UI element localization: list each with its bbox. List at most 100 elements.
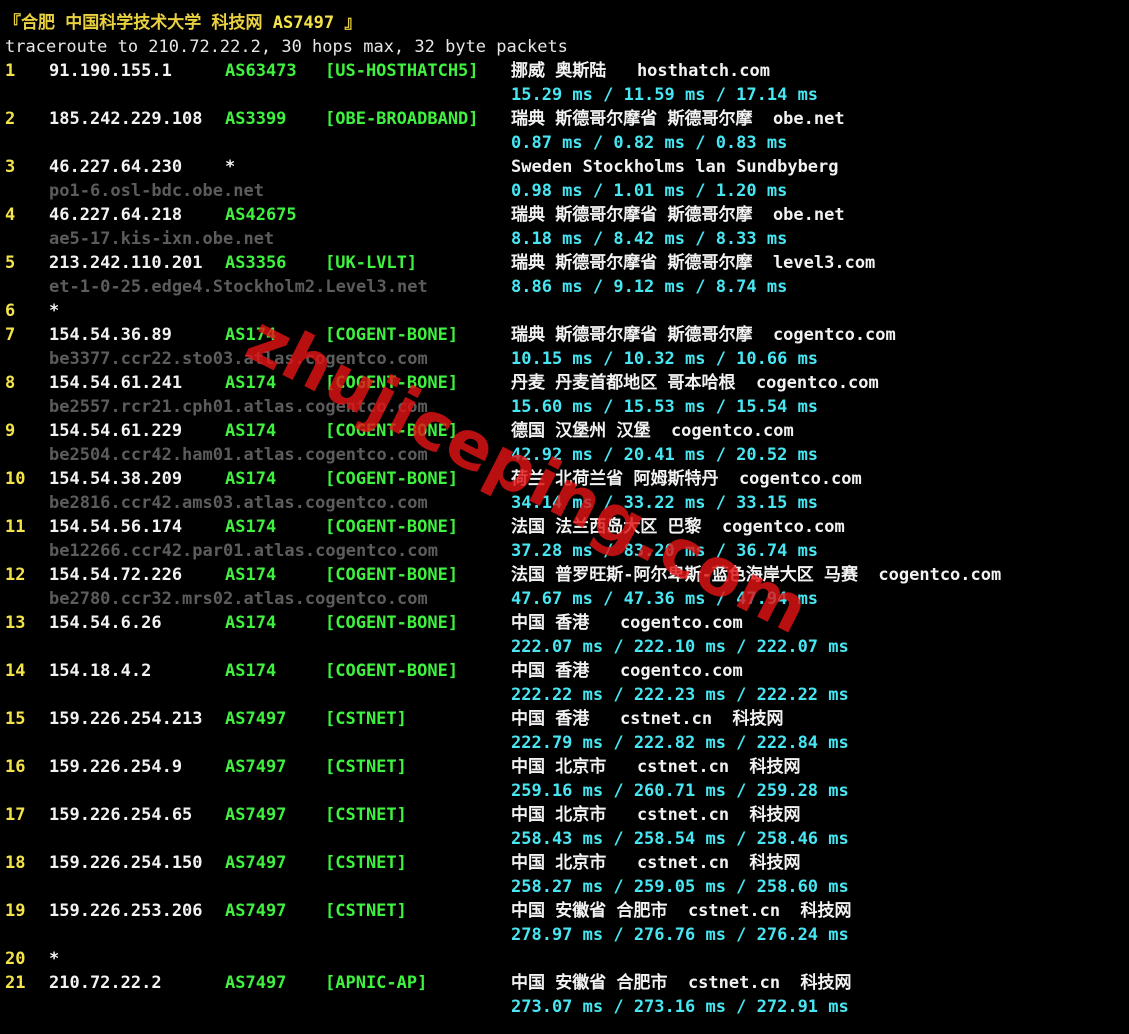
hop-org: [CSTNET] [325, 901, 407, 921]
hop-row: 9 154.54.61.229 AS174 [COGENT-BONE] 德国 汉堡州 汉… [0, 419, 1129, 443]
hop-asn: AS3356 [225, 253, 287, 273]
hop-geo: 瑞典 斯德哥尔摩省 斯德哥尔摩 obe.net [511, 205, 845, 225]
hop-latency: 278.97 ms / 276.76 ms / 276.24 ms [511, 925, 849, 945]
hop-ip: 154.18.4.2 [49, 661, 152, 681]
hop-latency: 222.79 ms / 222.82 ms / 222.84 ms [511, 733, 849, 753]
hop-detail-row: be3377.ccr22.sto03.atlas.cogentco.com 10.… [0, 347, 1129, 371]
hop-geo: 中国 安徽省 合肥市 cstnet.cn 科技网 [511, 901, 852, 921]
hop-latency: 47.67 ms / 47.36 ms / 47.94 ms [511, 589, 819, 609]
hop-row: 3 46.227.64.230 * Sweden Stockholms lan Sun… [0, 155, 1129, 179]
hop-asn: * [225, 157, 236, 177]
hop-row: 21 210.72.22.2 AS7497 [APNIC-AP] 中国 安徽省 合肥市 … [0, 971, 1129, 995]
hop-detail-row: be12266.ccr42.par01.atlas.cogentco.com 37… [0, 539, 1129, 563]
hop-latency: 0.98 ms / 1.01 ms / 1.20 ms [511, 181, 788, 201]
hop-rdns: be2816.ccr42.ams03.atlas.cogentco.com [49, 493, 428, 513]
hop-row: 20 * [0, 947, 1129, 971]
hop-ip: 46.227.64.218 [49, 205, 183, 225]
hop-number: 21 [5, 973, 26, 993]
hop-row: 7 154.54.36.89 AS174 [COGENT-BONE] 瑞典 斯德哥尔摩省… [0, 323, 1129, 347]
hop-ip: * [49, 301, 60, 321]
hop-row: 11 154.54.56.174 AS174 [COGENT-BONE] 法国 法兰西岛… [0, 515, 1129, 539]
hop-geo: 中国 北京市 cstnet.cn 科技网 [511, 757, 801, 777]
hop-ip: 159.226.253.206 [49, 901, 203, 921]
hop-number: 20 [5, 949, 26, 969]
hop-geo: 挪威 奥斯陆 hosthatch.com [511, 61, 770, 81]
hop-asn: AS7497 [225, 901, 287, 921]
hop-number: 6 [5, 301, 16, 321]
hop-detail-row: 222.22 ms / 222.23 ms / 222.22 ms [0, 683, 1129, 707]
hop-latency: 222.07 ms / 222.10 ms / 222.07 ms [511, 637, 849, 657]
hop-row: 17 159.226.254.65 AS7497 [CSTNET] 中国 北京市 cst… [0, 803, 1129, 827]
hop-row: 19 159.226.253.206 AS7497 [CSTNET] 中国 安徽省 合肥… [0, 899, 1129, 923]
hop-number: 15 [5, 709, 26, 729]
hop-number: 7 [5, 325, 16, 345]
hop-detail-row: 278.97 ms / 276.76 ms / 276.24 ms [0, 923, 1129, 947]
hop-asn: AS63473 [225, 61, 297, 81]
hop-org: [COGENT-BONE] [325, 517, 459, 537]
hop-ip: 154.54.61.229 [49, 421, 183, 441]
hop-rdns: ae5-17.kis-ixn.obe.net [49, 229, 275, 249]
hop-detail-row: ae5-17.kis-ixn.obe.net 8.18 ms / 8.42 ms … [0, 227, 1129, 251]
hop-latency: 273.07 ms / 273.16 ms / 272.91 ms [511, 997, 849, 1017]
terminal-window[interactable]: 『合肥 中国科学技术大学 科技网 AS7497 』 traceroute to … [0, 0, 1129, 1034]
hop-asn: AS174 [225, 613, 277, 633]
hop-org: [COGENT-BONE] [325, 421, 459, 441]
hop-row: 18 159.226.254.150 AS7497 [CSTNET] 中国 北京市 cs… [0, 851, 1129, 875]
hop-asn: AS174 [225, 517, 277, 537]
hop-asn: AS7497 [225, 973, 287, 993]
hop-geo: 瑞典 斯德哥尔摩省 斯德哥尔摩 level3.com [511, 253, 876, 273]
hop-latency: 8.18 ms / 8.42 ms / 8.33 ms [511, 229, 788, 249]
hop-asn: AS174 [225, 421, 277, 441]
hop-rdns: be3377.ccr22.sto03.atlas.cogentco.com [49, 349, 428, 369]
hop-asn: AS7497 [225, 709, 287, 729]
hop-org: [COGENT-BONE] [325, 661, 459, 681]
hop-row: 10 154.54.38.209 AS174 [COGENT-BONE] 荷兰 北荷兰省… [0, 467, 1129, 491]
hop-row: 4 46.227.64.218 AS42675 瑞典 斯德哥尔摩省 斯德哥尔摩 obe… [0, 203, 1129, 227]
hop-row: 2 185.242.229.108 AS3399 [OBE-BROADBAND] 瑞典 … [0, 107, 1129, 131]
hop-asn: AS7497 [225, 853, 287, 873]
hop-asn: AS174 [225, 661, 277, 681]
hop-detail-row: be2557.rcr21.cph01.atlas.cogentco.com 15.… [0, 395, 1129, 419]
hop-geo: 瑞典 斯德哥尔摩省 斯德哥尔摩 obe.net [511, 109, 845, 129]
hop-latency: 258.43 ms / 258.54 ms / 258.46 ms [511, 829, 849, 849]
hop-detail-row: be2780.ccr32.mrs02.atlas.cogentco.com 47.… [0, 587, 1129, 611]
hop-number: 5 [5, 253, 16, 273]
hop-number: 17 [5, 805, 26, 825]
hop-latency: 15.60 ms / 15.53 ms / 15.54 ms [511, 397, 819, 417]
hop-number: 4 [5, 205, 16, 225]
hop-ip: 213.242.110.201 [49, 253, 203, 273]
hop-ip: 159.226.254.65 [49, 805, 193, 825]
hop-row: 1 91.190.155.1 AS63473 [US-HOSTHATCH5] 挪威 奥斯… [0, 59, 1129, 83]
trace-title-close: 』 [334, 13, 362, 33]
hop-ip: 154.54.36.89 [49, 325, 172, 345]
hop-ip: * [49, 949, 60, 969]
hop-ip: 154.54.6.26 [49, 613, 162, 633]
hop-latency: 8.86 ms / 9.12 ms / 8.74 ms [511, 277, 788, 297]
hop-row: 5 213.242.110.201 AS3356 [UK-LVLT] 瑞典 斯德哥尔摩省… [0, 251, 1129, 275]
hop-number: 18 [5, 853, 26, 873]
hop-ip: 91.190.155.1 [49, 61, 172, 81]
hop-asn: AS174 [225, 325, 277, 345]
hop-detail-row: be2816.ccr42.ams03.atlas.cogentco.com 34.… [0, 491, 1129, 515]
hop-org: [UK-LVLT] [325, 253, 418, 273]
hop-geo: 中国 安徽省 合肥市 cstnet.cn 科技网 [511, 973, 852, 993]
hop-asn: AS174 [225, 373, 277, 393]
hop-number: 11 [5, 517, 26, 537]
hop-ip: 154.54.38.209 [49, 469, 183, 489]
hop-geo: 瑞典 斯德哥尔摩省 斯德哥尔摩 cogentco.com [511, 325, 896, 345]
hop-latency: 42.92 ms / 20.41 ms / 20.52 ms [511, 445, 819, 465]
hop-row: 12 154.54.72.226 AS174 [COGENT-BONE] 法国 普罗旺斯… [0, 563, 1129, 587]
hop-latency: 34.14 ms / 33.22 ms / 33.15 ms [511, 493, 819, 513]
hop-number: 10 [5, 469, 26, 489]
hop-geo: Sweden Stockholms lan Sundbyberg [511, 157, 839, 177]
hop-detail-row: 222.07 ms / 222.10 ms / 222.07 ms [0, 635, 1129, 659]
hop-rdns: po1-6.osl-bdc.obe.net [49, 181, 264, 201]
hop-org: [OBE-BROADBAND] [325, 109, 479, 129]
hop-rdns: be12266.ccr42.par01.atlas.cogentco.com [49, 541, 438, 561]
trace-title-asn: AS7497 [272, 13, 335, 33]
hop-detail-row: 258.43 ms / 258.54 ms / 258.46 ms [0, 827, 1129, 851]
hop-number: 14 [5, 661, 26, 681]
hop-detail-row: 0.87 ms / 0.82 ms / 0.83 ms [0, 131, 1129, 155]
hop-org: [APNIC-AP] [325, 973, 428, 993]
hop-geo: 法国 法兰西岛大区 巴黎 cogentco.com [511, 517, 845, 537]
